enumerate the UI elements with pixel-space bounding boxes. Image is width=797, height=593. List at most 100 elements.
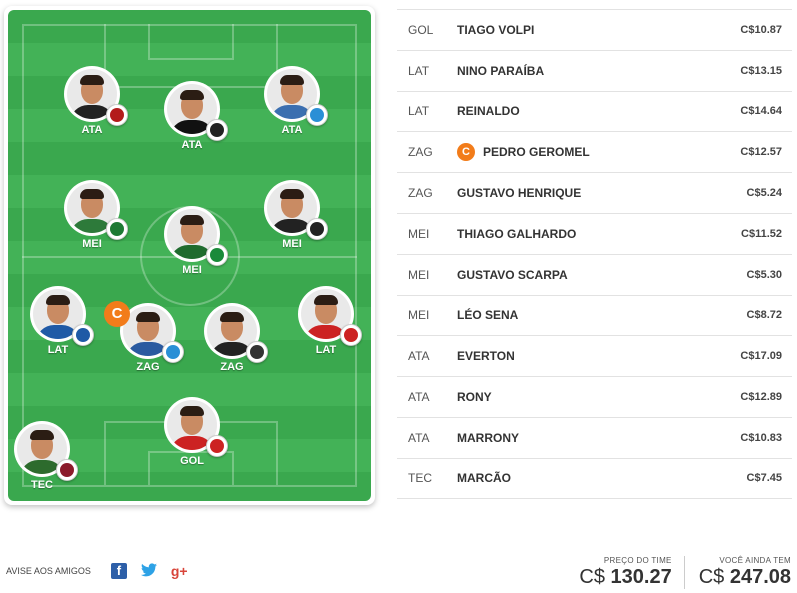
field-player[interactable]: MEI <box>52 180 132 250</box>
field-player[interactable]: LAT <box>286 286 366 356</box>
lineup-row[interactable]: GOL TIAGO VOLPI C$10.87 <box>397 9 792 50</box>
lineup-row[interactable]: ZAG C PEDRO GEROMEL C$12.57 <box>397 131 792 172</box>
page: ATA ATA ATA MEI MEI MEI LAT ZAG ZAG LAT GOL TEC C G… <box>0 0 797 593</box>
row-price: C$17.09 <box>740 350 782 363</box>
field-player[interactable]: MEI <box>252 180 332 250</box>
facebook-icon[interactable]: f <box>110 563 127 579</box>
row-price: C$5.24 <box>746 187 782 200</box>
player-position: LAT <box>47 344 69 356</box>
player-avatar <box>264 66 328 126</box>
field-player[interactable]: ATA <box>152 81 232 151</box>
row-position: ATA <box>408 390 430 405</box>
player-avatar <box>204 303 268 363</box>
lineup-row[interactable]: ZAG GUSTAVO HENRIQUE C$5.24 <box>397 172 792 213</box>
lineup-field-card: ATA ATA ATA MEI MEI MEI LAT ZAG ZAG LAT GOL TEC C <box>4 6 375 505</box>
row-price: C$11.52 <box>741 227 782 240</box>
lineup-row[interactable]: MEI GUSTAVO SCARPA C$5.30 <box>397 253 792 295</box>
player-avatar <box>164 397 228 457</box>
player-position: TEC <box>31 479 53 491</box>
lineup-row[interactable]: ATA EVERTON C$17.09 <box>397 335 792 376</box>
row-position: MEI <box>408 226 430 241</box>
row-price: C$5.30 <box>746 268 782 281</box>
player-position: ZAG <box>136 361 160 373</box>
club-badge-icon <box>306 218 328 240</box>
row-player-name: EVERTON <box>457 349 515 364</box>
player-position: MEI <box>82 238 102 250</box>
club-badge-icon <box>162 341 184 363</box>
field-player[interactable]: MEI <box>152 206 232 276</box>
field-player[interactable]: ATA <box>52 66 132 136</box>
player-avatar <box>64 66 128 126</box>
player-position: ATA <box>81 124 103 136</box>
lineup-row[interactable]: MEI LÉO SENA C$8.72 <box>397 294 792 336</box>
player-position: GOL <box>180 455 204 467</box>
lineup-row[interactable]: TEC MARCÃO C$7.45 <box>397 457 792 499</box>
player-avatar <box>14 421 78 481</box>
player-avatar <box>164 206 228 266</box>
lineup-row[interactable]: MEI THIAGO GALHARDO C$11.52 <box>397 212 792 254</box>
field-player[interactable]: TEC <box>8 421 82 491</box>
club-badge-icon <box>106 104 128 126</box>
soccer-field: ATA ATA ATA MEI MEI MEI LAT ZAG ZAG LAT GOL TEC C <box>8 10 371 501</box>
row-position: GOL <box>408 22 434 37</box>
club-badge-icon <box>56 459 78 481</box>
lineup-row[interactable]: ATA RONY C$12.89 <box>397 376 792 417</box>
field-player[interactable]: LAT <box>18 286 98 356</box>
club-badge-icon <box>206 244 228 266</box>
player-avatar <box>298 286 362 346</box>
club-badge-icon <box>72 324 94 346</box>
remaining-label: VOCÊ AINDA TEM <box>719 556 791 565</box>
team-price: PREÇO DO TIME C$ 130.27 <box>565 556 671 589</box>
player-position: LAT <box>315 344 337 356</box>
row-position: MEI <box>408 308 430 323</box>
club-badge-icon <box>306 104 328 126</box>
captain-icon: C <box>104 301 130 327</box>
row-player-name: PEDRO GEROMEL <box>483 145 590 160</box>
row-position: ZAG <box>408 186 433 201</box>
field-player[interactable]: ATA <box>252 66 332 136</box>
row-price: C$14.64 <box>740 105 782 118</box>
player-avatar <box>164 81 228 141</box>
player-position: ATA <box>281 124 303 136</box>
row-player-name: REINALDO <box>457 104 520 119</box>
row-position: LAT <box>408 63 430 78</box>
club-badge-icon <box>106 218 128 240</box>
player-avatar <box>264 180 328 240</box>
google-plus-icon[interactable]: g+ <box>171 563 188 579</box>
club-badge-icon <box>206 435 228 457</box>
row-price: C$13.15 <box>740 64 782 77</box>
row-position: ATA <box>408 430 430 445</box>
lineup-row[interactable]: LAT REINALDO C$14.64 <box>397 90 792 132</box>
row-price: C$12.89 <box>740 391 782 404</box>
remaining-currency: C$ <box>698 566 725 588</box>
row-position: ZAG <box>408 145 433 160</box>
team-price-value: 130.27 <box>610 566 672 588</box>
remaining-value: 247.08 <box>729 566 791 588</box>
player-position: ZAG <box>220 361 244 373</box>
row-price: C$10.87 <box>740 23 782 36</box>
row-price: C$7.45 <box>746 472 782 485</box>
twitter-icon[interactable] <box>140 563 157 579</box>
row-player-name: THIAGO GALHARDO <box>457 226 577 241</box>
row-position: MEI <box>408 267 430 282</box>
field-player[interactable]: ZAG <box>192 303 272 373</box>
row-player-name: TIAGO VOLPI <box>457 22 535 37</box>
row-player-name: MARCÃO <box>457 471 511 486</box>
player-position: MEI <box>182 264 202 276</box>
club-badge-icon <box>246 341 268 363</box>
lineup-row[interactable]: ATA MARRONY C$10.83 <box>397 416 792 458</box>
row-player-name: NINO PARAÍBA <box>457 63 545 78</box>
share-bar: AVISE AOS AMIGOS f g+ <box>6 563 201 579</box>
top-goal-box <box>148 24 234 60</box>
row-player-name: GUSTAVO HENRIQUE <box>457 186 582 201</box>
field-player[interactable]: GOL <box>152 397 232 467</box>
team-price-label: PREÇO DO TIME <box>603 556 672 565</box>
team-totals: PREÇO DO TIME C$ 130.27 VOCÊ AINDA TEM C… <box>565 556 791 589</box>
lineup-row[interactable]: LAT NINO PARAÍBA C$13.15 <box>397 49 792 91</box>
row-player-name: GUSTAVO SCARPA <box>457 267 568 282</box>
row-price: C$12.57 <box>740 146 782 159</box>
player-avatar <box>64 180 128 240</box>
captain-icon: C <box>457 143 475 162</box>
club-badge-icon <box>206 119 228 141</box>
lineup-list: GOL TIAGO VOLPI C$10.87 LAT NINO PARAÍBA C$13… <box>397 9 792 499</box>
